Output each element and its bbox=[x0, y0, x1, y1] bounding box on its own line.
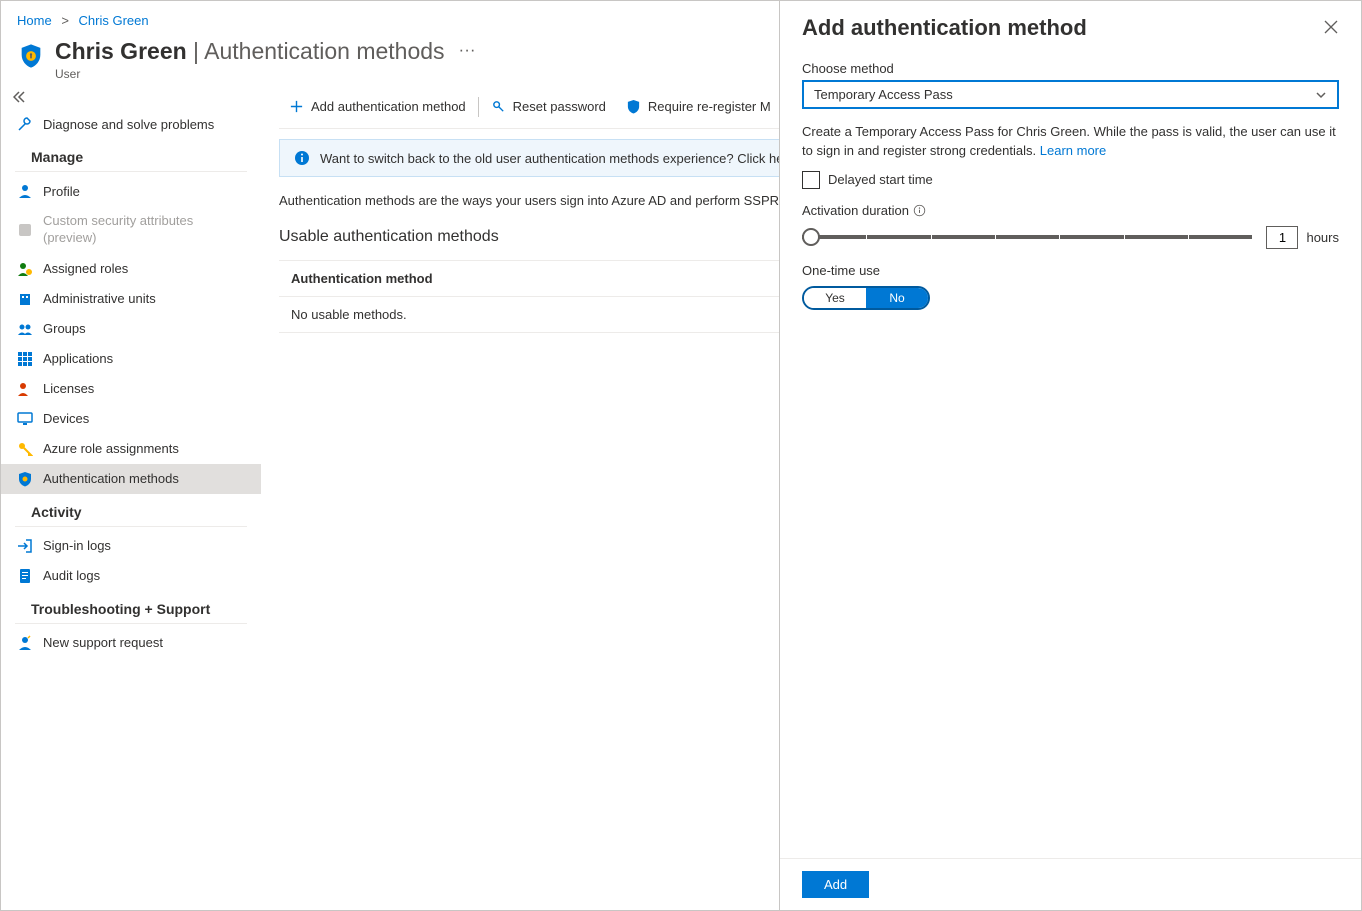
sidebar-item-groups[interactable]: Groups bbox=[1, 314, 261, 344]
sidebar-item-diagnose[interactable]: Diagnose and solve problems bbox=[1, 109, 261, 139]
chevron-down-icon bbox=[1315, 89, 1327, 101]
help-text: Create a Temporary Access Pass for Chris… bbox=[802, 123, 1339, 161]
sidebar-item-label: Licenses bbox=[43, 381, 94, 396]
sidebar-item-label: Custom security attributes (preview) bbox=[43, 213, 245, 247]
key-reset-icon bbox=[491, 99, 506, 114]
toggle-option-yes[interactable]: Yes bbox=[804, 288, 866, 308]
sidebar-item-assigned-roles[interactable]: Assigned roles bbox=[1, 254, 261, 284]
collapse-sidebar-button[interactable] bbox=[1, 87, 261, 109]
sidebar-item-label: Groups bbox=[43, 321, 86, 336]
sidebar-item-signin-logs[interactable]: Sign-in logs bbox=[1, 531, 261, 561]
sidebar-item-label: Diagnose and solve problems bbox=[43, 117, 214, 132]
sidebar-item-label: Azure role assignments bbox=[43, 441, 179, 456]
info-small-icon[interactable] bbox=[913, 204, 926, 217]
plus-icon bbox=[289, 99, 304, 114]
learn-more-link[interactable]: Learn more bbox=[1040, 143, 1106, 158]
monitor-icon bbox=[17, 411, 33, 427]
sidebar-item-profile[interactable]: Profile bbox=[1, 176, 261, 206]
add-button[interactable]: Add bbox=[802, 871, 869, 898]
duration-slider[interactable] bbox=[802, 235, 1252, 239]
sidebar-section-manage: Manage bbox=[15, 139, 247, 172]
title-user: Chris Green bbox=[55, 38, 187, 64]
delayed-start-row: Delayed start time bbox=[802, 171, 1339, 189]
cmd-label: Reset password bbox=[513, 99, 606, 114]
document-icon bbox=[17, 568, 33, 584]
sidebar-item-admin-units[interactable]: Administrative units bbox=[1, 284, 261, 314]
cmd-label: Add authentication method bbox=[311, 99, 466, 114]
sidebar-item-label: Applications bbox=[43, 351, 113, 366]
sidebar-item-applications[interactable]: Applications bbox=[1, 344, 261, 374]
delayed-start-checkbox[interactable] bbox=[802, 171, 820, 189]
activation-label-text: Activation duration bbox=[802, 203, 909, 218]
shield-lock-icon bbox=[17, 471, 33, 487]
tag-icon bbox=[17, 222, 33, 238]
page-title: Chris Green | Authentication methods bbox=[55, 38, 445, 65]
breadcrumb-home[interactable]: Home bbox=[17, 13, 52, 28]
breadcrumb-user[interactable]: Chris Green bbox=[79, 13, 149, 28]
sidebar-item-audit-logs[interactable]: Audit logs bbox=[1, 561, 261, 591]
title-sep: | bbox=[187, 38, 205, 64]
sidebar-item-licenses[interactable]: Licenses bbox=[1, 374, 261, 404]
sidebar-item-label: Authentication methods bbox=[43, 471, 179, 486]
signin-icon bbox=[17, 538, 33, 554]
toggle-option-no[interactable]: No bbox=[866, 288, 928, 308]
activation-duration-row: hours bbox=[802, 226, 1339, 249]
sidebar-section-troubleshooting: Troubleshooting + Support bbox=[15, 591, 247, 624]
people-icon bbox=[17, 321, 33, 337]
reset-password-button[interactable]: Reset password bbox=[481, 95, 616, 118]
grid-icon bbox=[17, 351, 33, 367]
choose-method-select[interactable]: Temporary Access Pass bbox=[802, 80, 1339, 109]
duration-unit-label: hours bbox=[1306, 230, 1339, 245]
panel-body: Choose method Temporary Access Pass Crea… bbox=[780, 47, 1361, 858]
sidebar-item-label: Sign-in logs bbox=[43, 538, 111, 553]
panel-footer: Add bbox=[780, 858, 1361, 910]
person-badge-icon bbox=[17, 261, 33, 277]
sidebar-item-label: Administrative units bbox=[43, 291, 156, 306]
support-icon bbox=[17, 635, 33, 651]
shield-icon bbox=[17, 42, 45, 70]
person-icon bbox=[17, 183, 33, 199]
sidebar-item-label: Audit logs bbox=[43, 568, 100, 583]
more-button[interactable]: ··· bbox=[459, 38, 476, 62]
select-value: Temporary Access Pass bbox=[814, 87, 953, 102]
sidebar-item-custom-security[interactable]: Custom security attributes (preview) bbox=[1, 206, 261, 254]
shield-refresh-icon bbox=[626, 99, 641, 114]
slider-thumb[interactable] bbox=[802, 228, 820, 246]
sidebar-item-azure-role[interactable]: Azure role assignments bbox=[1, 434, 261, 464]
sidebar-item-label: New support request bbox=[43, 635, 163, 650]
sidebar-item-support-request[interactable]: New support request bbox=[1, 628, 261, 658]
close-icon[interactable] bbox=[1323, 19, 1339, 35]
command-separator bbox=[478, 97, 479, 117]
panel-title: Add authentication method bbox=[802, 15, 1087, 41]
delayed-start-label: Delayed start time bbox=[828, 172, 933, 187]
certificate-icon bbox=[17, 381, 33, 397]
banner-text: Want to switch back to the old user auth… bbox=[320, 151, 809, 166]
require-reregister-button[interactable]: Require re-register M bbox=[616, 95, 781, 118]
sidebar-item-label: Devices bbox=[43, 411, 89, 426]
activation-duration-label: Activation duration bbox=[802, 203, 1339, 218]
choose-method-label: Choose method bbox=[802, 61, 1339, 76]
panel-header: Add authentication method bbox=[780, 1, 1361, 47]
sidebar: Diagnose and solve problems Manage Profi… bbox=[1, 87, 261, 910]
key-icon bbox=[17, 441, 33, 457]
one-time-use-label: One-time use bbox=[802, 263, 1339, 278]
chevron-double-left-icon bbox=[13, 91, 25, 103]
wrench-icon bbox=[17, 116, 33, 132]
sidebar-item-label: Assigned roles bbox=[43, 261, 128, 276]
page-subtitle: User bbox=[55, 67, 445, 81]
duration-value-input[interactable] bbox=[1266, 226, 1298, 249]
sidebar-item-devices[interactable]: Devices bbox=[1, 404, 261, 434]
title-page: Authentication methods bbox=[204, 38, 444, 64]
sidebar-item-auth-methods[interactable]: Authentication methods bbox=[1, 464, 261, 494]
sidebar-item-label: Profile bbox=[43, 184, 80, 199]
sidebar-section-activity: Activity bbox=[15, 494, 247, 527]
add-auth-method-panel: Add authentication method Choose method … bbox=[779, 1, 1361, 910]
one-time-use-toggle[interactable]: Yes No bbox=[802, 286, 930, 310]
building-icon bbox=[17, 291, 33, 307]
breadcrumb-separator: > bbox=[61, 13, 69, 28]
info-icon bbox=[294, 150, 310, 166]
cmd-label: Require re-register M bbox=[648, 99, 771, 114]
add-auth-method-button[interactable]: Add authentication method bbox=[279, 95, 476, 118]
